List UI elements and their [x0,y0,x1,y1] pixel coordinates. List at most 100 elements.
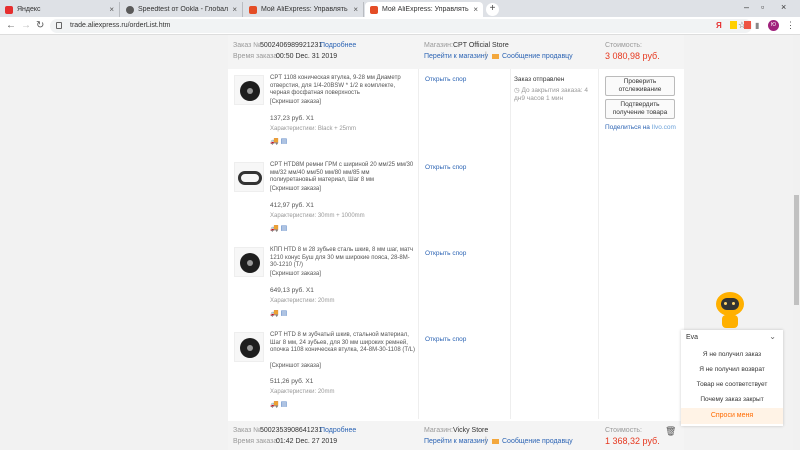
maximize-icon[interactable]: ▫ [761,2,764,12]
item-actions: 🚚 ▤ [270,137,287,145]
close-tab-icon[interactable]: × [109,5,114,14]
item-price: 511,26 руб. X1 [270,378,314,385]
message-seller-label: Сообщение продавцу [502,438,573,445]
product-title[interactable]: CPT HTD8M ремни ГРМ с шириной 20 мм/25 м… [270,162,415,185]
product-thumbnail[interactable] [234,247,264,277]
cost-label: Стоимость: [605,42,642,49]
chat-assistant-name: Eva [686,334,699,341]
open-dispute-link[interactable]: Открыть спор [425,76,466,83]
item-spec: Характеристики: 30mm + 1000mm [270,213,365,219]
pulley-image [240,338,260,358]
aliexpress-favicon-icon [370,5,378,14]
order-details-link[interactable]: Подробнее [320,427,356,434]
store-name: CPT Official Store [453,42,509,49]
extension-icon[interactable] [744,21,751,29]
new-tab-button[interactable]: + [486,3,499,16]
assistant-robot-icon[interactable] [712,292,748,330]
tab-speedtest[interactable]: Speedtest от Ookla - Глобальн × [121,2,243,17]
order-time: 00:50 Dec. 31 2019 [276,53,338,60]
truck-icon[interactable]: 🚚 [270,138,279,145]
snapshot-link[interactable]: [Скриншот заказа] [270,271,321,277]
message-seller-link[interactable]: Сообщение продавцу [492,438,573,445]
order-number-label: Заказ №: [233,427,263,434]
open-dispute-link[interactable]: Открыть спор [425,336,466,343]
chevron-down-icon[interactable]: ⌄ [769,332,776,341]
reload-icon[interactable]: ↻ [36,20,44,31]
robot-body [722,315,738,328]
tab-yandex[interactable]: Яндекс × [0,2,120,17]
store-label: Магазин: [424,427,453,434]
snapshot-link[interactable]: [Скриншот заказа] [270,186,321,192]
open-dispute-link[interactable]: Открыть спор [425,250,466,257]
lock-icon [56,22,62,29]
tab-aliexpress-1[interactable]: Мой AliExpress: Управлять зака × [244,2,364,17]
order-time-label: Время заказа: [233,53,280,60]
scrollbar[interactable] [793,35,800,450]
receipt-icon[interactable]: ▤ [281,401,288,408]
product-title[interactable]: КПП HTD 8 м 28 зубьев сталь шкив, 8 мм ш… [270,247,415,270]
cost-label: Стоимость: [605,427,642,434]
order-details-link[interactable]: Подробнее [320,42,356,49]
chat-option[interactable]: Я не получил возврат [681,366,783,373]
extension-icon[interactable] [730,21,737,29]
item-price: 412,97 руб. X1 [270,202,314,209]
order-list: Заказ №: 5002406989921231 Подробнее Врем… [228,35,684,450]
item-actions: 🚚 ▤ [270,309,287,317]
tab-aliexpress-2[interactable]: Мой AliExpress: Управлять зака × [365,2,483,17]
product-thumbnail[interactable] [234,332,264,362]
scrollbar-thumb[interactable] [794,195,799,305]
message-seller-link[interactable]: Сообщение продавцу [492,53,573,60]
pulley-image [240,81,260,101]
close-tab-icon[interactable]: × [353,5,358,14]
go-to-store-link[interactable]: Перейти к магазину [424,438,488,445]
product-thumbnail[interactable] [234,75,264,105]
url-text: trade.aliexpress.ru/orderList.htm [70,22,171,29]
ask-me-button[interactable]: Спроси меня [681,408,783,424]
product-title[interactable]: CPT HTD 8 м зубчатый шкив, стальной мате… [270,332,415,355]
snapshot-link[interactable]: [Скриншот заказа] [270,363,321,369]
menu-icon[interactable]: ⋮ [786,20,795,31]
extension-icon[interactable]: ▮ [755,21,759,30]
go-to-store-link[interactable]: Перейти к магазину [424,53,488,60]
order-cost: 1 368,32 руб. [605,436,660,446]
chat-option[interactable]: Товар не соответствует [681,381,783,388]
pulley-image [240,253,260,273]
product-thumbnail[interactable] [234,162,264,192]
store-name: Vicky Store [453,427,489,434]
receipt-icon[interactable]: ▤ [281,138,288,145]
minimize-icon[interactable]: – [744,2,749,12]
order-time-label: Время заказа: [233,438,280,445]
tab-label: Мой AliExpress: Управлять зака [261,6,349,13]
item-price: 137,23 руб. X1 [270,115,314,122]
order-item: CPT HTD 8 м зубчатый шкив, стальной мате… [228,330,684,415]
truck-icon[interactable]: 🚚 [270,310,279,317]
receipt-icon[interactable]: ▤ [281,310,288,317]
message-icon [492,53,499,59]
product-title[interactable]: CPT 1108 коническая втулка, 9-28 мм Диам… [270,75,415,98]
close-tab-icon[interactable]: × [232,5,237,14]
item-spec: Характеристики: 20mm [270,298,335,304]
message-icon [492,438,499,444]
receipt-icon[interactable]: ▤ [281,225,288,232]
forward-icon[interactable]: → [21,20,31,31]
trash-icon[interactable]: 🗑 [665,426,676,437]
chat-option[interactable]: Я не получил заказ [681,351,783,358]
snapshot-link[interactable]: [Скриншот заказа] [270,99,321,105]
url-input[interactable]: trade.aliexpress.ru/orderList.htm ☆ [50,19,752,33]
truck-icon[interactable]: 🚚 [270,225,279,232]
yandex-extension-icon[interactable]: Я [716,21,722,30]
avatar[interactable]: Ю [768,20,779,31]
chat-widget: Eva ⌄ Я не получил заказ Я не получил во… [681,330,783,426]
robot-eye [732,302,735,305]
order-header: Заказ №: 5002406989921231 Подробнее Врем… [228,35,684,69]
order-number-label: Заказ №: [233,42,263,49]
chat-option[interactable]: Почему заказ закрыт [681,396,783,403]
truck-icon[interactable]: 🚚 [270,401,279,408]
open-dispute-link[interactable]: Открыть спор [425,164,466,171]
order-time: 01:42 Dec. 27 2019 [276,438,338,445]
back-icon[interactable]: ← [6,20,16,31]
close-window-icon[interactable]: × [781,2,786,12]
item-price: 649,13 руб. X1 [270,287,314,294]
close-tab-icon[interactable]: × [473,5,478,14]
item-actions: 🚚 ▤ [270,400,287,408]
